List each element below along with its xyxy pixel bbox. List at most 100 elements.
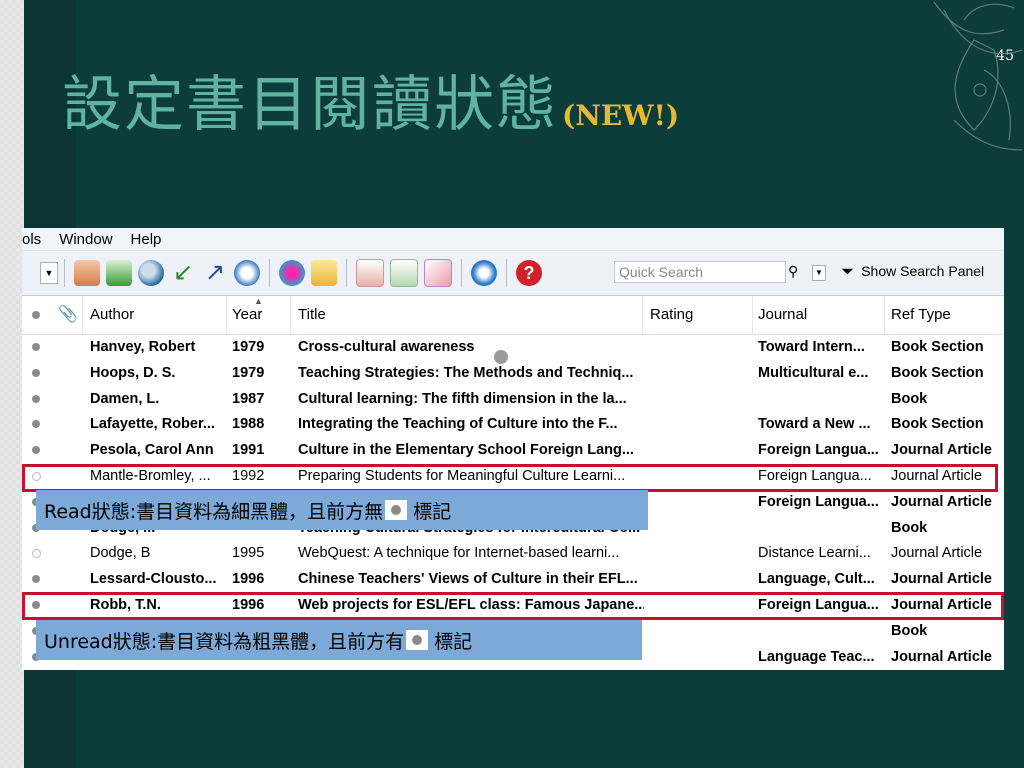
new-reference-icon[interactable] [106, 260, 132, 286]
cell-title: Integrating the Teaching of Culture into… [298, 416, 618, 433]
toolbar-separator [64, 259, 65, 287]
cell-ref-type: Book [891, 622, 928, 639]
chevron-down-icon: ⏷ [842, 263, 854, 279]
table-row[interactable]: Lafayette, Rober... 1988 Integrating the T… [22, 412, 1004, 438]
table-row[interactable]: Dodge, B 1995 WebQuest: A technique for In… [22, 541, 1004, 567]
table-row[interactable]: Hoops, D. S. 1979 Teaching Strategies: The… [22, 361, 1004, 387]
paperclip-icon[interactable]: 📎 [58, 304, 78, 324]
unread-dot-icon[interactable] [32, 575, 40, 584]
unread-callout-suffix: 標記 [434, 630, 473, 653]
left-border-strip [0, 0, 24, 768]
read-row-highlight [22, 464, 998, 492]
unread-dot-icon[interactable] [32, 343, 40, 351]
web-icon[interactable] [234, 260, 260, 286]
cell-ref-type: Book [891, 519, 928, 536]
unread-dot-icon[interactable] [32, 420, 40, 429]
cell-year: 1987 [232, 390, 265, 407]
insert-citation-icon[interactable] [356, 259, 384, 287]
unread-dot-icon[interactable] [32, 446, 40, 455]
column-title[interactable]: Title [298, 306, 644, 323]
online-search-icon[interactable] [279, 260, 305, 286]
read-callout-suffix: 標記 [413, 500, 452, 523]
cell-title: Teaching Strategies: The Methods and Tec… [298, 364, 634, 381]
cell-journal: Language, Cult... [758, 571, 875, 588]
format-bibliography-icon[interactable] [390, 259, 418, 287]
cell-year: 1979 [232, 339, 265, 355]
cell-year: 1979 [232, 364, 265, 381]
toolbar-separator [269, 259, 270, 287]
quick-search-placeholder: Quick Search [619, 264, 704, 280]
folder-icon[interactable] [311, 260, 337, 286]
cell-journal: Foreign Langua... [758, 442, 879, 459]
cell-year: 1995 [232, 545, 265, 562]
butterfly-decoration-icon [933, 1, 1023, 151]
unread-marker-icon [406, 630, 429, 650]
cell-year: 1988 [232, 416, 265, 433]
search-options-dropdown[interactable]: ▼ [812, 265, 826, 281]
cell-journal: Multicultural e... [758, 364, 869, 381]
read-status-indicator [32, 545, 46, 562]
slide-title-main: 設定書目閱讀狀態 [62, 70, 558, 140]
read-status-indicator [32, 416, 46, 432]
cell-author: Damen, L. [90, 390, 160, 407]
table-row[interactable]: Lessard-Clousto... 1996 Chinese Teachers' … [22, 567, 1004, 593]
cell-author: Lafayette, Rober... [90, 416, 215, 433]
column-rating[interactable]: Rating [650, 306, 750, 323]
unread-callout-text: Unread狀態:書目資料為粗黑體，且前方有 [44, 630, 405, 653]
search-icon[interactable]: ⚲ [788, 263, 798, 280]
quick-search-input[interactable]: Quick Search [614, 261, 786, 283]
cell-title: WebQuest: A technique for Internet-based… [298, 545, 620, 562]
menu-tools[interactable]: ols [22, 231, 41, 248]
cell-author: Dodge, B [90, 545, 151, 562]
column-journal[interactable]: Journal [758, 306, 882, 323]
slide-title-new: (NEW!) [562, 99, 680, 132]
read-status-indicator [32, 442, 46, 458]
cell-ref-type: Book Section [891, 364, 984, 381]
column-year[interactable]: Year [232, 306, 290, 323]
slide-title: 設定書目閱讀狀態 (NEW!) [62, 56, 680, 140]
toolbar-separator [506, 259, 507, 287]
help-icon[interactable]: ? [516, 260, 542, 286]
cell-author: Lessard-Clousto... [90, 571, 217, 588]
read-marker-icon [385, 500, 408, 520]
column-read-status[interactable] [32, 306, 46, 323]
read-status-indicator [32, 365, 46, 381]
cell-year: 1991 [232, 442, 265, 459]
toolbar-separator [461, 259, 462, 287]
menu-help[interactable]: Help [131, 231, 162, 248]
cell-ref-type: Journal Article [891, 493, 992, 510]
find-fulltext-icon[interactable] [138, 260, 164, 286]
menu-window[interactable]: Window [59, 231, 112, 248]
copy-references-icon[interactable] [74, 260, 100, 286]
sync-icon[interactable] [471, 260, 497, 286]
column-author[interactable]: Author [90, 306, 226, 323]
table-row[interactable]: Damen, L. 1987 Cultural learning: The fift… [22, 387, 1004, 413]
table-row[interactable]: Hanvey, Robert 1979 Cross-cultural awarene… [22, 335, 1004, 361]
read-callout-text: Read狀態:書目資料為細黑體，且前方無 [44, 500, 384, 523]
unread-dot-icon[interactable] [32, 394, 40, 403]
cell-year: 1996 [232, 571, 265, 588]
cell-author: Hanvey, Robert [90, 339, 196, 355]
edit-citation-icon[interactable] [424, 259, 452, 287]
unread-status-callout: Unread狀態:書目資料為粗黑體，且前方有 標記 [36, 620, 642, 660]
show-search-panel-button[interactable]: ⏷ Show Search Panel [842, 263, 984, 280]
cell-title: Chinese Teachers' Views of Culture in th… [298, 571, 638, 588]
table-row[interactable]: Pesola, Carol Ann 1991 Culture in the Elem… [22, 438, 1004, 464]
cell-journal: Foreign Langua... [758, 493, 879, 510]
read-dot-empty-icon[interactable] [32, 549, 41, 559]
read-status-indicator [32, 339, 46, 355]
endnote-screenshot: ols Window Help ▼ ↙ ↗ ? Quick Search ⚲ ▼… [22, 228, 1004, 670]
cell-ref-type: Journal Article [891, 648, 992, 665]
import-icon[interactable]: ↙ [170, 260, 196, 286]
cell-ref-type: Journal Article [891, 571, 992, 588]
unread-dot-icon[interactable] [32, 368, 40, 377]
menu-bar: ols Window Help [22, 228, 1004, 251]
cell-ref-type: Journal Article [891, 545, 983, 562]
export-icon[interactable]: ↗ [202, 260, 228, 286]
cell-journal: Distance Learni... [758, 545, 871, 562]
cell-journal: Language Teac... [758, 648, 875, 665]
column-ref-type[interactable]: Ref Type [891, 306, 1004, 323]
read-status-indicator [32, 571, 46, 587]
style-dropdown[interactable]: ▼ [40, 262, 58, 284]
sort-ascending-icon: ▲ [254, 296, 263, 306]
